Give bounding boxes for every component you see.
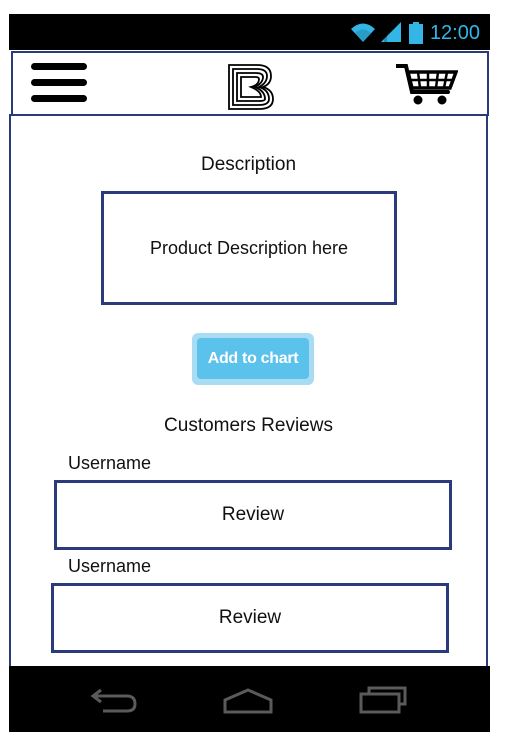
- home-icon[interactable]: [222, 688, 274, 719]
- back-icon[interactable]: [89, 686, 139, 719]
- battery-icon: [409, 22, 423, 49]
- main-content: Description Product Description here Add…: [9, 114, 488, 666]
- review-username: Username: [68, 453, 152, 473]
- add-to-cart-button-frame: Add to chart: [192, 333, 314, 385]
- recent-apps-icon[interactable]: [359, 684, 409, 719]
- product-description-text: Product Description here: [149, 237, 349, 258]
- review-text: Review: [221, 504, 285, 525]
- add-to-cart-button[interactable]: Add to chart: [197, 338, 309, 379]
- app-header: [11, 51, 489, 116]
- review-username: Username: [68, 556, 152, 576]
- product-description-box: Product Description here: [101, 191, 397, 305]
- shopping-cart-icon[interactable]: [394, 62, 459, 111]
- description-title: Description: [200, 154, 297, 175]
- wifi-icon: [349, 20, 377, 49]
- status-clock: 12:00: [429, 22, 480, 44]
- phone-frame: 12:00 Description Product Description he…: [9, 14, 490, 732]
- customer-reviews-title: Customers Reviews: [164, 415, 333, 436]
- status-bar: 12:00: [9, 14, 490, 50]
- hamburger-menu-icon[interactable]: [31, 63, 89, 110]
- b-logo-icon[interactable]: [227, 63, 275, 116]
- review-text: Review: [218, 607, 282, 628]
- navigation-bar: [9, 666, 490, 732]
- review-box: Review: [51, 583, 449, 653]
- signal-icon: [379, 21, 403, 48]
- review-box: Review: [54, 480, 452, 550]
